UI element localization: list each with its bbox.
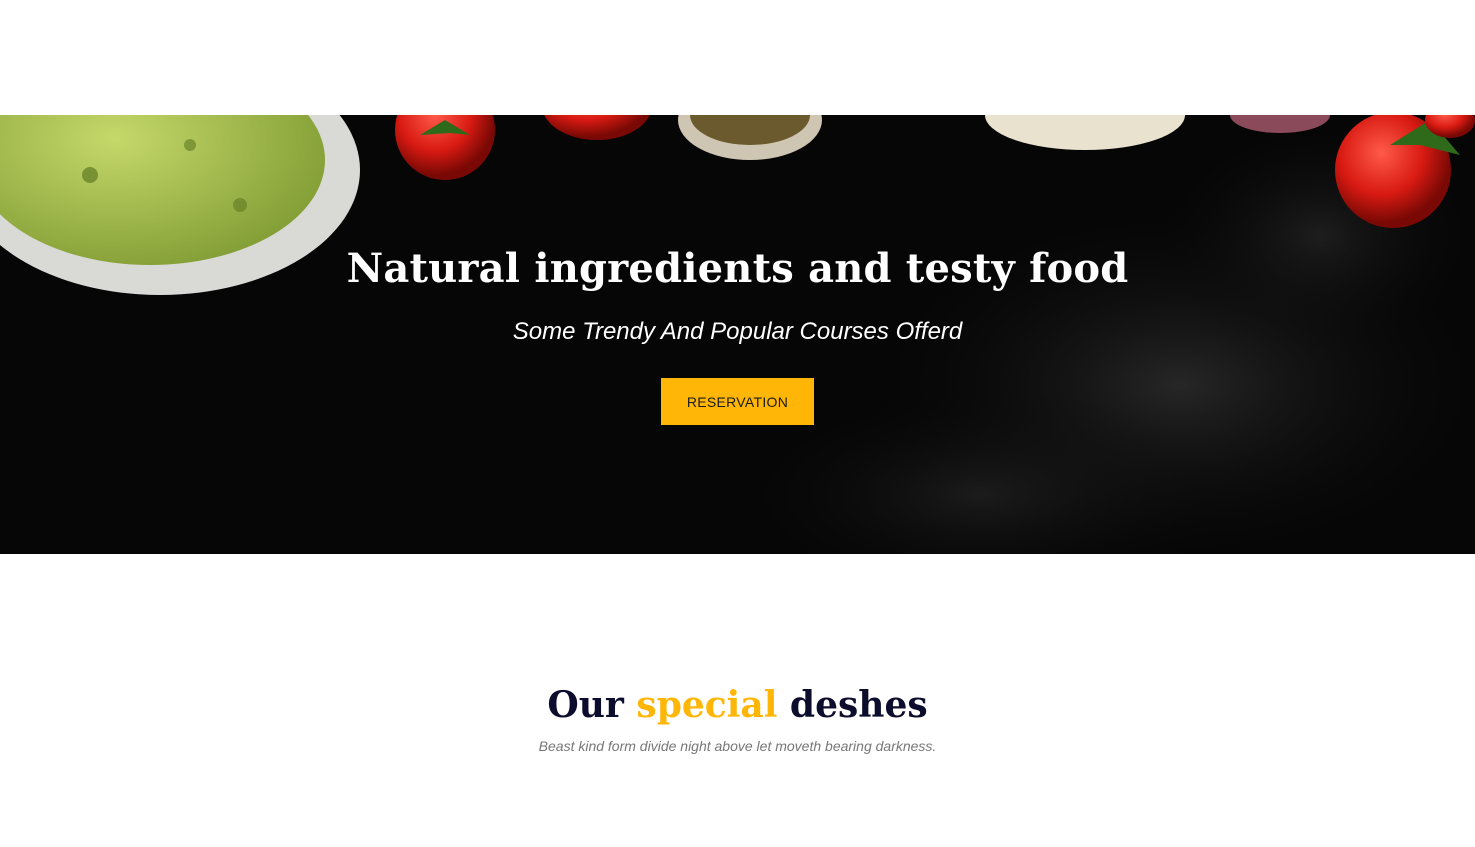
- section-title-accent: special: [636, 684, 778, 726]
- hero-subtitle: Some Trendy And Popular Courses Offerd: [512, 318, 963, 345]
- hero-title: Natural ingredients and testy food: [346, 245, 1129, 292]
- header-area: [0, 0, 1475, 115]
- special-dishes-section: Our special deshes Beast kind form divid…: [0, 554, 1475, 847]
- section-description: Beast kind form divide night above let m…: [538, 738, 937, 754]
- section-title-part1: Our: [547, 684, 624, 726]
- hero-banner: Natural ingredients and testy food Some …: [0, 115, 1475, 554]
- section-title: Our special deshes: [0, 684, 1475, 726]
- reservation-button[interactable]: RESERVATION: [661, 378, 814, 425]
- section-title-part2: deshes: [789, 684, 928, 726]
